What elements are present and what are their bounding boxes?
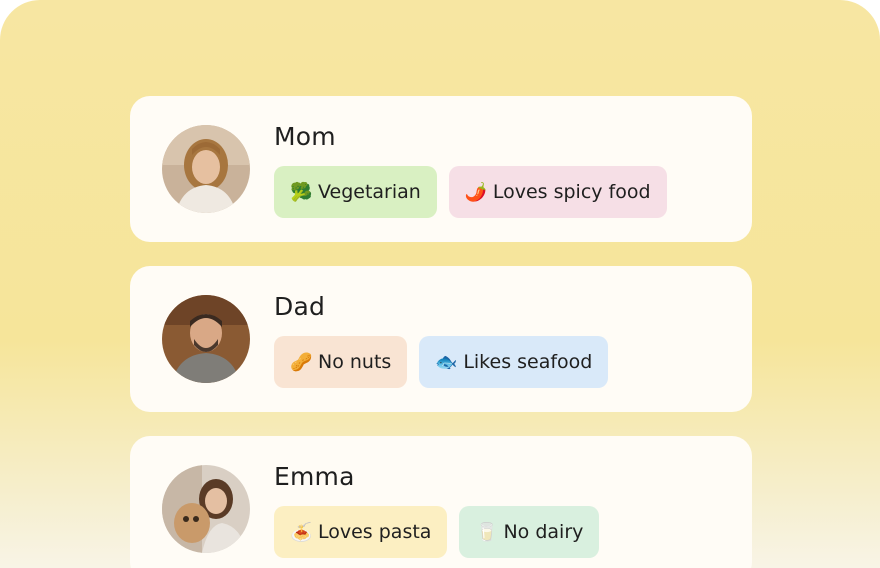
fish-icon: 🐟	[435, 351, 458, 373]
preference-tags: 🍝 Loves pasta 🥛 No dairy	[274, 506, 600, 558]
member-card-dad[interactable]: Dad 🥜 No nuts 🐟 Likes seafood	[130, 266, 752, 412]
preference-tag[interactable]: 🍝 Loves pasta	[274, 506, 448, 558]
chili-pepper-icon: 🌶️	[464, 181, 488, 203]
preference-label: Likes seafood	[463, 351, 593, 373]
preference-tag[interactable]: 🥦 Vegetarian	[274, 166, 437, 218]
man-avatar	[162, 295, 250, 383]
pasta-icon: 🍝	[290, 521, 313, 543]
member-card-emma[interactable]: Emma 🍝 Loves pasta 🥛 No dairy	[130, 436, 752, 568]
preference-tag[interactable]: 🥜 No nuts	[274, 336, 408, 388]
preference-tags: 🥜 No nuts 🐟 Likes seafood	[274, 336, 609, 388]
member-name: Mom	[274, 122, 336, 151]
peanut-icon: 🥜	[290, 351, 313, 373]
preference-tags: 🥦 Vegetarian 🌶️ Loves spicy food	[274, 166, 667, 218]
preference-tag[interactable]: 🌶️ Loves spicy food	[448, 166, 667, 218]
family-preferences-panel: Mom 🥦 Vegetarian 🌶️ Loves spicy food Dad…	[0, 0, 880, 568]
preference-label: Vegetarian	[318, 181, 421, 203]
preference-label: No nuts	[318, 351, 392, 373]
preference-label: Loves spicy food	[492, 181, 651, 203]
preference-tag[interactable]: 🐟 Likes seafood	[419, 336, 609, 388]
broccoli-icon: 🥦	[290, 181, 313, 203]
preference-tag[interactable]: 🥛 No dairy	[459, 506, 600, 558]
girl-with-dog-avatar	[162, 465, 250, 553]
woman-avatar	[162, 125, 250, 213]
preference-label: No dairy	[503, 521, 584, 543]
member-card-mom[interactable]: Mom 🥦 Vegetarian 🌶️ Loves spicy food	[130, 96, 752, 242]
milk-glass-icon: 🥛	[475, 521, 498, 543]
preference-label: Loves pasta	[318, 521, 432, 543]
member-name: Dad	[274, 292, 326, 321]
member-name: Emma	[274, 462, 355, 491]
